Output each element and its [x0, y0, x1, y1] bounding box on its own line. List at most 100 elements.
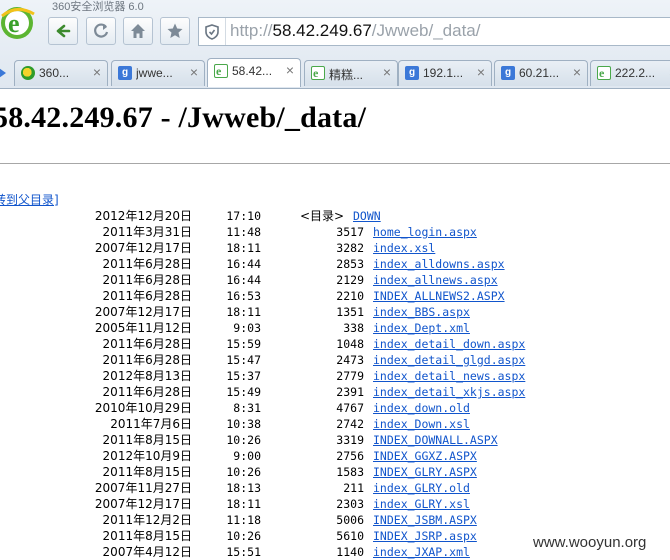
listing-time: 15:37 — [226, 369, 261, 383]
directory-link[interactable]: DOWN — [353, 208, 381, 224]
listing-time: 16:53 — [226, 289, 261, 303]
listing-date: 2011年3月31日 — [102, 225, 192, 239]
listing-time: 15:51 — [226, 545, 261, 559]
browser-tab[interactable]: e 58.42... × — [207, 58, 301, 87]
listing-time: 18:13 — [226, 481, 261, 495]
file-link[interactable]: index.xsl — [373, 240, 435, 256]
listing-date: 2011年6月28日 — [102, 353, 192, 367]
address-url[interactable]: http://58.42.249.67/Jwweb/_data/ — [230, 21, 480, 41]
listing-row: 2007年12月17日 18:11 1351 index_BBS.aspx — [0, 304, 670, 320]
listing-row: 2011年6月28日 16:44 2129 index_allnews.aspx — [0, 272, 670, 288]
browser-tab[interactable]: e222.2...× — [590, 60, 670, 86]
tab-label: jwwe... — [136, 66, 173, 80]
file-link[interactable]: index_down.old — [373, 400, 470, 416]
listing-time: 17:10 — [226, 209, 261, 223]
tab-scroll-left-icon[interactable] — [0, 62, 10, 84]
listing-date: 2011年8月15日 — [102, 433, 192, 447]
file-link[interactable]: index_detail_down.aspx — [373, 336, 525, 352]
listing-size: 1583 — [336, 465, 364, 479]
file-link[interactable]: INDEX_JSRP.aspx — [373, 528, 477, 544]
browser-tab[interactable]: g jwwe... × — [111, 60, 205, 86]
listing-size: 2473 — [336, 353, 364, 367]
file-link[interactable]: index_Down.xsl — [373, 416, 470, 432]
page-icon: e — [214, 64, 228, 78]
listing-time: 15:49 — [226, 385, 261, 399]
listing-date: 2007年11月27日 — [94, 481, 192, 495]
listing-date: 2012年10月9日 — [102, 449, 192, 463]
refresh-icon — [94, 23, 109, 38]
tab-close-icon[interactable]: × — [286, 62, 294, 78]
file-link[interactable]: index_allnews.aspx — [373, 272, 498, 288]
listing-row: 2011年12月2日 11:18 5006 INDEX_JSBM.ASPX — [0, 512, 670, 528]
g-icon: g — [501, 66, 515, 80]
tab-label: 360... — [39, 66, 70, 80]
listing-size: 2391 — [336, 385, 364, 399]
address-bar[interactable]: http://58.42.249.67/Jwweb/_data/ — [198, 17, 670, 46]
file-link[interactable]: index_Dept.xml — [373, 320, 470, 336]
directory-tag: <目录> — [300, 209, 345, 223]
file-link[interactable]: INDEX_JSBM.ASPX — [373, 512, 477, 528]
listing-row: 2012年8月13日 15:37 2779 index_detail_news.asp… — [0, 368, 670, 384]
file-link[interactable]: INDEX_ALLNEWS2.ASPX — [373, 288, 505, 304]
listing-size: 5610 — [336, 529, 364, 543]
browser-tab[interactable]: g 192.1... × — [398, 60, 492, 86]
tab-close-icon[interactable]: × — [573, 64, 581, 80]
file-link[interactable]: home_login.aspx — [373, 224, 477, 240]
file-link[interactable]: index_BBS.aspx — [373, 304, 470, 320]
svg-text:e: e — [599, 67, 605, 79]
divider — [0, 163, 670, 164]
tab-close-icon[interactable]: × — [477, 64, 485, 80]
parent-directory-link[interactable]: 转到父目录] — [0, 191, 59, 208]
svg-text:e: e — [8, 9, 20, 38]
listing-time: 16:44 — [226, 273, 261, 287]
browser-tab[interactable]: 360... × — [14, 60, 108, 86]
refresh-button[interactable] — [86, 17, 116, 45]
tab-label: 60.21... — [519, 66, 560, 80]
listing-size: 211 — [343, 481, 364, 495]
tab-label: 58.42... — [232, 64, 273, 78]
listing-row: 2011年6月28日 15:59 1048 index_detail_down.asp… — [0, 336, 670, 352]
file-link[interactable]: index_detail_xkjs.aspx — [373, 384, 525, 400]
listing-row: 2011年8月15日 10:26 1583 INDEX_GLRY.ASPX — [0, 464, 670, 480]
listing-size: 2756 — [336, 449, 364, 463]
listing-time: 10:38 — [226, 417, 261, 431]
back-button[interactable] — [48, 17, 78, 45]
svg-text:e: e — [313, 67, 319, 79]
file-link[interactable]: INDEX_GGXZ.ASPX — [373, 448, 477, 464]
360-icon — [21, 66, 35, 80]
listing-size: 4767 — [336, 401, 364, 415]
listing-size: 2303 — [336, 497, 364, 511]
listing-date: 2007年12月17日 — [94, 305, 192, 319]
file-link[interactable]: index_JXAP.xml — [373, 544, 470, 560]
tab-label: 192.1... — [423, 66, 464, 80]
listing-time: 10:26 — [226, 465, 261, 479]
favorite-button[interactable] — [160, 17, 190, 45]
browser-tab[interactable]: g 60.21... × — [494, 60, 588, 86]
tab-close-icon[interactable]: × — [190, 64, 198, 80]
home-button[interactable] — [123, 17, 153, 45]
listing-size: 3517 — [336, 225, 364, 239]
file-link[interactable]: index_detail_glgd.aspx — [373, 352, 525, 368]
page-title: 58.42.249.67 - /Jwweb/_data/ — [0, 101, 367, 134]
listing-date: 2011年6月28日 — [102, 337, 192, 351]
listing-date: 2011年6月28日 — [102, 289, 192, 303]
listing-size: 2779 — [336, 369, 364, 383]
browser-tab[interactable]: e 精糕... × — [304, 60, 398, 86]
tab-close-icon[interactable]: × — [93, 64, 101, 80]
file-link[interactable]: INDEX_DOWNALL.ASPX — [373, 432, 498, 448]
listing-size: 3319 — [336, 433, 364, 447]
listing-date: 2012年8月13日 — [102, 369, 192, 383]
listing-row: 2007年12月17日 18:11 3282 index.xsl — [0, 240, 670, 256]
listing-date: 2011年6月28日 — [102, 273, 192, 287]
file-link[interactable]: INDEX_GLRY.ASPX — [373, 464, 477, 480]
security-shield-icon[interactable] — [199, 18, 226, 45]
browser-chrome: e 360安全浏览器 6.0 http://58.42.249.67/Jwweb… — [0, 0, 670, 89]
listing-size: 2853 — [336, 257, 364, 271]
star-icon — [167, 23, 183, 38]
file-link[interactable]: index_GLRY.old — [373, 480, 470, 496]
tab-close-icon[interactable]: × — [383, 64, 391, 80]
svg-text:e: e — [216, 65, 222, 77]
file-link[interactable]: index_alldowns.aspx — [373, 256, 505, 272]
file-link[interactable]: index_detail_news.aspx — [373, 368, 525, 384]
file-link[interactable]: index_GLRY.xsl — [373, 496, 470, 512]
